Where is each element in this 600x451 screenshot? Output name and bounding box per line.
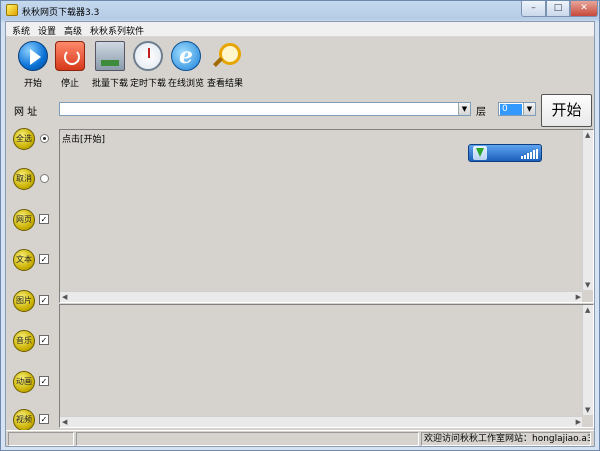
download-arrow-icon bbox=[473, 146, 487, 160]
log-panel[interactable]: 点击[开始] ▲ ▼ ◀ ▶ bbox=[59, 129, 594, 303]
log-vertical-scrollbar[interactable]: ▲ ▼ bbox=[582, 130, 593, 290]
address-input[interactable] bbox=[61, 103, 456, 115]
category-music[interactable]: 音乐 ✓ bbox=[13, 330, 58, 352]
menu-series-software[interactable]: 秋秋系列软件 bbox=[90, 24, 144, 37]
category-select-all[interactable]: 全选 bbox=[13, 128, 58, 150]
title-bar: 秋秋网页下载器3.3 – □ ✕ bbox=[1, 1, 599, 20]
category-coin: 网页 bbox=[13, 209, 35, 231]
select-all-radio[interactable] bbox=[40, 134, 49, 143]
deselect-radio[interactable] bbox=[40, 174, 49, 183]
menu-advanced[interactable]: 高级 bbox=[64, 24, 82, 37]
log-horizontal-scrollbar[interactable]: ◀ ▶ bbox=[60, 291, 583, 302]
layer-select[interactable]: 0 ▼ bbox=[498, 102, 536, 116]
online-browse-label: 在线浏览 bbox=[167, 79, 204, 89]
app-icon bbox=[6, 4, 18, 16]
view-results-label: 查看结果 bbox=[206, 79, 243, 89]
batch-download-button[interactable]: 批量下载 bbox=[90, 41, 130, 89]
category-coin: 取消 bbox=[13, 168, 35, 190]
detail-panel[interactable]: ▲ ▼ ◀ ▶ bbox=[59, 304, 594, 428]
category-sidebar: 全选 取消 网页 ✓ 文本 ✓ 图片 ✓ 音乐 ✓ 动画 ✓ 视频 ✓ bbox=[6, 126, 58, 431]
window-title: 秋秋网页下载器3.3 bbox=[22, 8, 100, 18]
online-browse-button[interactable]: 在线浏览 bbox=[167, 41, 205, 89]
browser-icon bbox=[171, 41, 201, 71]
category-text[interactable]: 文本 ✓ bbox=[13, 249, 58, 271]
address-dropdown-button[interactable]: ▼ bbox=[458, 103, 470, 115]
timed-download-label: 定时下载 bbox=[130, 79, 167, 89]
go-button[interactable]: 开始 bbox=[541, 94, 592, 127]
client-area: 系统 设置 高级 秋秋系列软件 开始 停止 批量下载 定时下载 e 在线浏览 查… bbox=[5, 21, 595, 447]
maximize-button[interactable]: □ bbox=[546, 1, 570, 17]
stop-tool-button[interactable]: 停止 bbox=[52, 41, 88, 89]
text-checkbox[interactable]: ✓ bbox=[39, 254, 49, 264]
video-checkbox[interactable]: ✓ bbox=[39, 414, 49, 424]
play-icon bbox=[18, 41, 48, 71]
category-animation[interactable]: 动画 ✓ bbox=[13, 371, 58, 393]
category-coin: 全选 bbox=[13, 128, 35, 150]
view-results-button[interactable]: 查看结果 bbox=[206, 41, 244, 89]
status-cell-2 bbox=[76, 432, 419, 446]
layer-value: 0 bbox=[500, 104, 522, 115]
image-checkbox[interactable]: ✓ bbox=[39, 295, 49, 305]
category-coin: 文本 bbox=[13, 249, 35, 271]
address-label: 网 址 bbox=[14, 107, 38, 118]
timed-download-button[interactable]: 定时下载 bbox=[130, 41, 166, 89]
status-welcome: 欢迎访问秋秋工作室网站：honglajiao.a33 bbox=[421, 432, 591, 446]
address-combo[interactable]: ▼ bbox=[59, 102, 471, 116]
app-window: 秋秋网页下载器3.3 – □ ✕ 系统 设置 高级 秋秋系列软件 开始 停止 批… bbox=[0, 0, 600, 451]
category-coin: 音乐 bbox=[13, 330, 35, 352]
batch-download-label: 批量下载 bbox=[91, 79, 128, 89]
menu-settings[interactable]: 设置 bbox=[38, 24, 56, 37]
category-image[interactable]: 图片 ✓ bbox=[13, 290, 58, 312]
magnifier-icon bbox=[210, 41, 241, 71]
category-coin: 图片 bbox=[13, 290, 35, 312]
webpage-checkbox[interactable]: ✓ bbox=[39, 214, 49, 224]
batch-download-icon bbox=[95, 41, 125, 71]
menu-system[interactable]: 系统 bbox=[12, 24, 30, 37]
category-coin: 动画 bbox=[13, 371, 35, 393]
timer-icon bbox=[133, 41, 163, 71]
detail-horizontal-scrollbar[interactable]: ◀ ▶ bbox=[60, 416, 583, 427]
start-tool-button[interactable]: 开始 bbox=[14, 41, 52, 89]
signal-bars-icon bbox=[521, 149, 539, 159]
stop-tool-label: 停止 bbox=[60, 79, 79, 89]
music-checkbox[interactable]: ✓ bbox=[39, 335, 49, 345]
stop-icon bbox=[55, 41, 85, 71]
status-bar: 欢迎访问秋秋工作室网站：honglajiao.a33 bbox=[6, 430, 594, 446]
status-cell-1 bbox=[8, 432, 74, 446]
layer-label: 层 bbox=[476, 107, 486, 118]
animation-checkbox[interactable]: ✓ bbox=[39, 376, 49, 386]
speed-widget bbox=[468, 144, 542, 162]
log-text: 点击[开始] bbox=[62, 135, 106, 145]
category-video[interactable]: 视频 ✓ bbox=[13, 409, 58, 431]
layer-dropdown-button[interactable]: ▼ bbox=[523, 103, 535, 115]
minimize-button[interactable]: – bbox=[521, 1, 546, 17]
close-button[interactable]: ✕ bbox=[570, 1, 598, 17]
category-deselect[interactable]: 取消 bbox=[13, 168, 58, 190]
category-coin: 视频 bbox=[13, 409, 35, 431]
category-webpage[interactable]: 网页 ✓ bbox=[13, 209, 58, 231]
toolbar: 开始 停止 批量下载 定时下载 在线浏览 查看结果 bbox=[6, 38, 594, 90]
detail-vertical-scrollbar[interactable]: ▲ ▼ bbox=[582, 305, 593, 415]
start-tool-label: 开始 bbox=[23, 79, 42, 89]
menu-bar: 系统 设置 高级 秋秋系列软件 bbox=[6, 22, 594, 37]
